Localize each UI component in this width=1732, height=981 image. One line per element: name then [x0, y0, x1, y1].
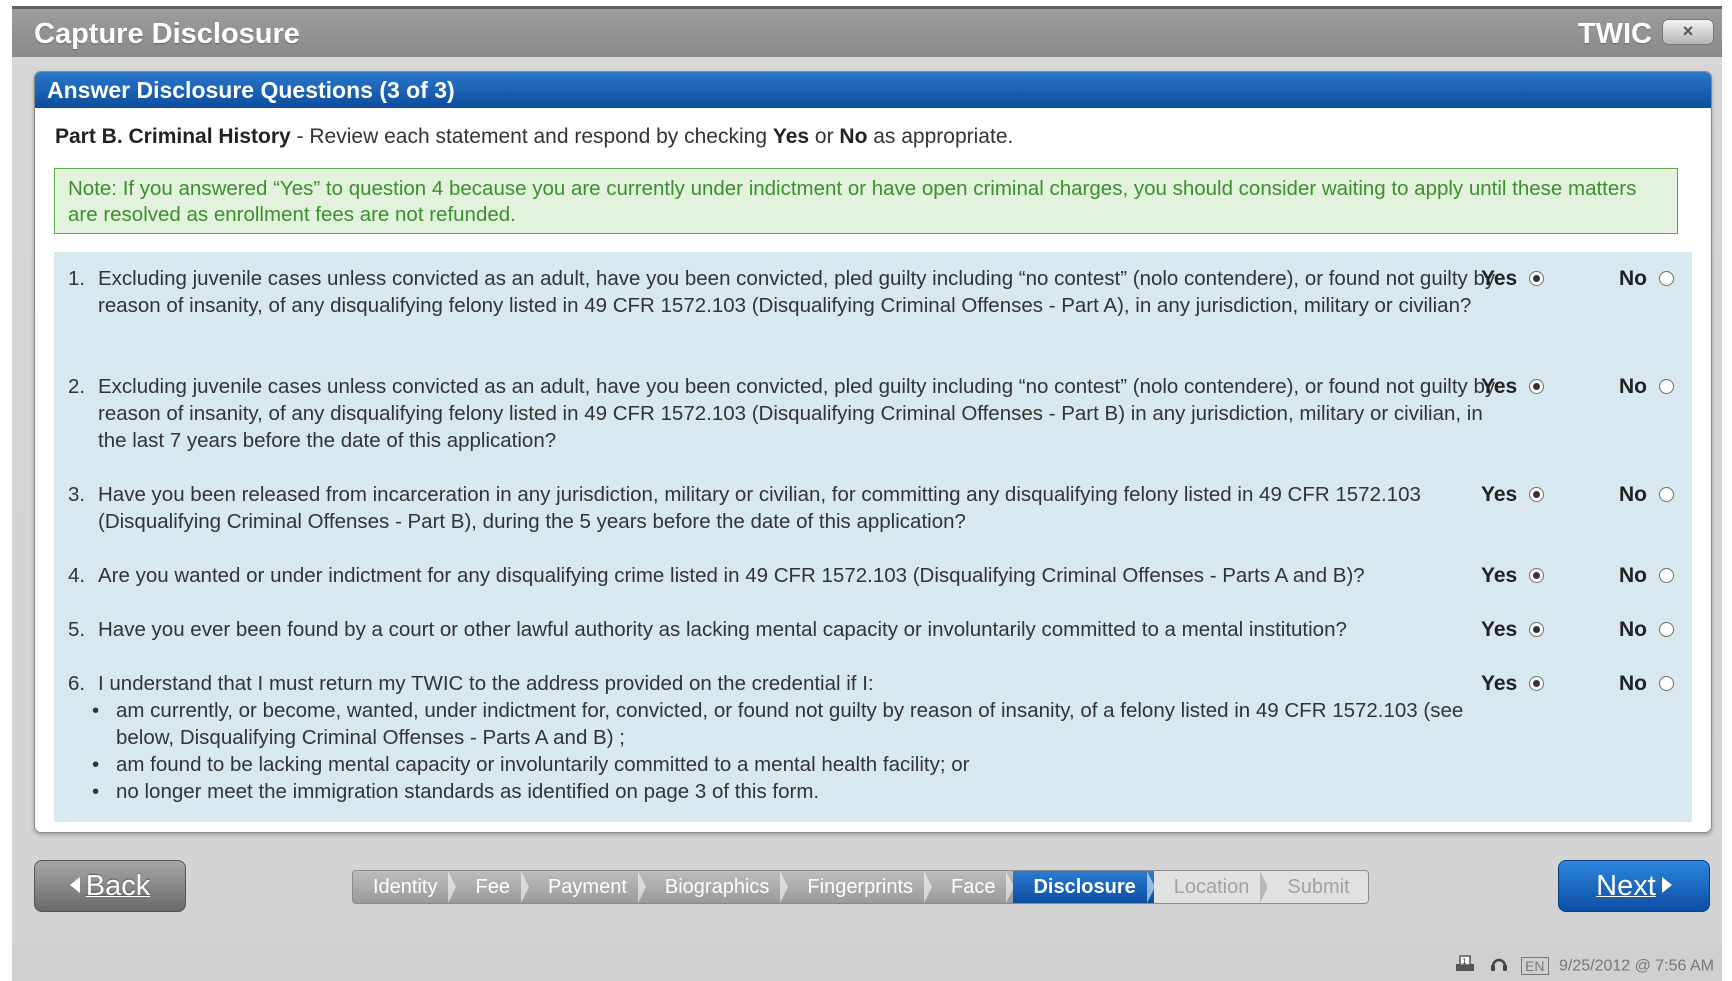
status-bar: 1 EN 9/25/2012 @ 7:56 AM [12, 945, 1722, 981]
instruction-or: or [809, 125, 840, 148]
step-location: Location [1153, 871, 1268, 903]
yes-label: Yes [1481, 618, 1518, 641]
yes-label: Yes [1481, 483, 1518, 506]
step-fingerprints[interactable]: Fingerprints [787, 871, 932, 903]
step-face[interactable]: Face [931, 871, 1015, 903]
radio-yes-2[interactable] [1529, 379, 1545, 394]
part-instructions: Part B. Criminal History - Review each s… [55, 125, 1013, 149]
radio-yes-3[interactable] [1529, 487, 1545, 502]
bullet-item: no longer meet the immigration standards… [92, 778, 1512, 805]
step-fee[interactable]: Fee [455, 871, 530, 903]
answer-yes-1[interactable]: Yes [1481, 265, 1545, 292]
panel-header: Answer Disclosure Questions (3 of 3) [35, 72, 1711, 108]
progress-steps: Identity Fee Payment Biographics Fingerp… [352, 870, 1369, 904]
radio-yes-1[interactable] [1529, 271, 1545, 286]
printer-icon[interactable]: 1 [1454, 954, 1476, 979]
brand-label: TWIC [1577, 18, 1652, 50]
questions-list: 1. Excluding juvenile cases unless convi… [54, 252, 1692, 822]
next-label: Next [1596, 870, 1656, 902]
yes-label: Yes [1481, 672, 1518, 695]
question-number: 5. [68, 618, 86, 641]
note-box: Note: If you answered “Yes” to question … [54, 168, 1678, 234]
answer-yes-2[interactable]: Yes [1481, 373, 1545, 400]
radio-no-1[interactable] [1659, 271, 1674, 286]
step-identity[interactable]: Identity [353, 871, 457, 903]
question-text: Have you been released from incarceratio… [98, 483, 1421, 533]
instruction-no: No [839, 125, 868, 148]
answer-no-3[interactable]: No [1619, 481, 1674, 508]
no-label: No [1619, 267, 1647, 290]
instruction-pre: - Review each statement and respond by c… [290, 125, 773, 148]
question-number: 2. [68, 375, 86, 398]
radio-no-5[interactable] [1659, 622, 1674, 637]
back-button[interactable]: Back [34, 860, 186, 912]
question-text: Excluding juvenile cases unless convicte… [98, 267, 1496, 317]
window-title: Capture Disclosure [34, 18, 300, 50]
question-text: I understand that I must return my TWIC … [98, 672, 874, 695]
question-number: 4. [68, 564, 86, 587]
yes-label: Yes [1481, 564, 1518, 587]
status-right: 1 EN 9/25/2012 @ 7:56 AM [1454, 954, 1714, 979]
question-number: 1. [68, 267, 86, 290]
bullet-item: am found to be lacking mental capacity o… [92, 751, 1512, 778]
no-label: No [1619, 483, 1647, 506]
no-label: No [1619, 564, 1647, 587]
question-text: Have you ever been found by a court or o… [98, 618, 1347, 641]
back-arrow-icon [69, 877, 80, 893]
answer-no-4[interactable]: No [1619, 562, 1674, 589]
radio-yes-6[interactable] [1529, 676, 1545, 691]
disclosure-panel: Answer Disclosure Questions (3 of 3) Par… [34, 71, 1712, 833]
footer-nav: Back Identity Fee Payment Biographics Fi… [12, 849, 1722, 921]
question-number: 6. [68, 672, 86, 695]
step-payment[interactable]: Payment [528, 871, 646, 903]
no-label: No [1619, 618, 1647, 641]
answer-yes-4[interactable]: Yes [1481, 562, 1545, 589]
answer-no-2[interactable]: No [1619, 373, 1674, 400]
question-text: Are you wanted or under indictment for a… [98, 564, 1365, 587]
step-submit: Submit [1267, 871, 1368, 903]
step-disclosure[interactable]: Disclosure [1013, 871, 1156, 903]
answer-no-1[interactable]: No [1619, 265, 1674, 292]
next-button[interactable]: Next [1558, 860, 1710, 912]
no-label: No [1619, 672, 1647, 695]
no-label: No [1619, 375, 1647, 398]
yes-label: Yes [1481, 375, 1518, 398]
title-bar: Capture Disclosure TWIC × [12, 9, 1722, 57]
question-number: 3. [68, 483, 86, 506]
radio-no-4[interactable] [1659, 568, 1674, 583]
status-datetime: 9/25/2012 @ 7:56 AM [1558, 957, 1714, 975]
app-window: Capture Disclosure TWIC × Answer Disclos… [12, 6, 1722, 981]
answer-yes-6[interactable]: Yes [1481, 670, 1545, 697]
answer-yes-5[interactable]: Yes [1481, 616, 1545, 643]
bullet-item: am currently, or become, wanted, under i… [92, 697, 1512, 751]
part-title: Part B. Criminal History [55, 125, 291, 148]
answer-yes-3[interactable]: Yes [1481, 481, 1545, 508]
instruction-yes: Yes [772, 125, 810, 148]
yes-label: Yes [1481, 267, 1518, 290]
answer-no-6[interactable]: No [1619, 670, 1674, 697]
close-button[interactable]: × [1662, 19, 1714, 45]
instruction-post: as appropriate. [867, 125, 1014, 148]
step-biographics[interactable]: Biographics [645, 871, 788, 903]
next-arrow-icon [1661, 877, 1672, 893]
radio-yes-4[interactable] [1529, 568, 1545, 583]
answer-no-5[interactable]: No [1619, 616, 1674, 643]
question-6-bullets: am currently, or become, wanted, under i… [92, 697, 1512, 805]
radio-no-6[interactable] [1659, 676, 1674, 691]
language-badge[interactable]: EN [1521, 956, 1549, 975]
radio-no-2[interactable] [1659, 379, 1674, 394]
radio-yes-5[interactable] [1529, 622, 1545, 637]
headset-icon[interactable] [1489, 954, 1509, 979]
back-label: Back [85, 870, 151, 902]
svg-text:1: 1 [1462, 957, 1467, 966]
radio-no-3[interactable] [1659, 487, 1674, 502]
question-text: Excluding juvenile cases unless convicte… [98, 375, 1496, 452]
